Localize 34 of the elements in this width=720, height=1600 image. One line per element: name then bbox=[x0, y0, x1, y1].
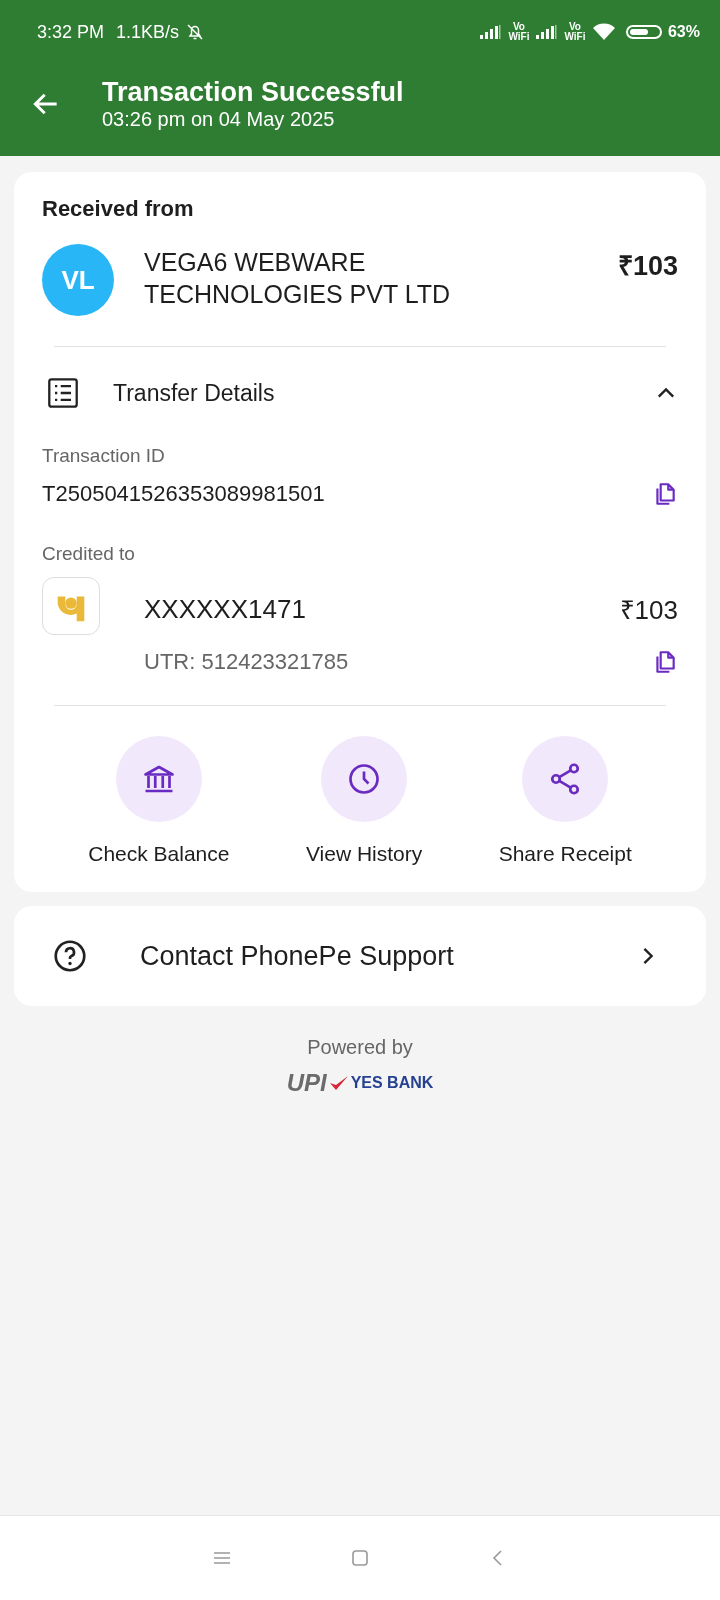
tick-icon bbox=[328, 1075, 349, 1091]
sender-name: VEGA6 WEBWARE TECHNOLOGIES PVT LTD bbox=[144, 247, 452, 310]
battery-icon bbox=[625, 25, 662, 39]
amount: ₹103 bbox=[617, 250, 678, 283]
page-title: Transaction Successful bbox=[102, 77, 404, 108]
transaction-time: 03:26 pm on 04 May 2025 bbox=[102, 108, 336, 131]
account-number: XXXXXX1471 bbox=[144, 593, 306, 625]
utr-number: UTR: 512423321785 bbox=[144, 649, 349, 675]
transaction-id: T2505041526353089981501 bbox=[42, 481, 325, 507]
amount: ₹103 bbox=[619, 594, 678, 627]
help-icon bbox=[52, 938, 88, 974]
upi-logo: UPI bbox=[286, 1069, 327, 1097]
battery-percent: 63% bbox=[667, 23, 700, 41]
signal-icon bbox=[479, 25, 502, 39]
support-button[interactable]: Contact PhonePe Support bbox=[14, 906, 706, 1006]
action-label: Share Receipt bbox=[498, 842, 632, 866]
status-time: 3:32 PM bbox=[37, 21, 105, 43]
vowifi-label: Vo WiFi bbox=[563, 22, 586, 42]
wifi-icon bbox=[591, 23, 616, 41]
action-label: Check Balance bbox=[88, 842, 230, 866]
field-label: Credited to bbox=[42, 543, 136, 565]
vowifi-label: Vo WiFi bbox=[507, 22, 530, 42]
home-icon[interactable] bbox=[350, 1548, 370, 1568]
avatar: VL bbox=[42, 244, 114, 316]
bank-logo bbox=[42, 577, 100, 635]
network-speed: 1.1KB/s bbox=[116, 21, 180, 43]
action-label: View History bbox=[305, 842, 423, 866]
signal-icon bbox=[535, 25, 558, 39]
field-label: Transaction ID bbox=[42, 445, 166, 467]
powered-by-text: Powered by bbox=[307, 1036, 413, 1059]
section-heading: Received from bbox=[42, 196, 195, 222]
bank-name-logo: YES BANK bbox=[350, 1074, 434, 1092]
list-icon bbox=[47, 377, 79, 409]
section-title: Transfer Details bbox=[113, 379, 276, 407]
